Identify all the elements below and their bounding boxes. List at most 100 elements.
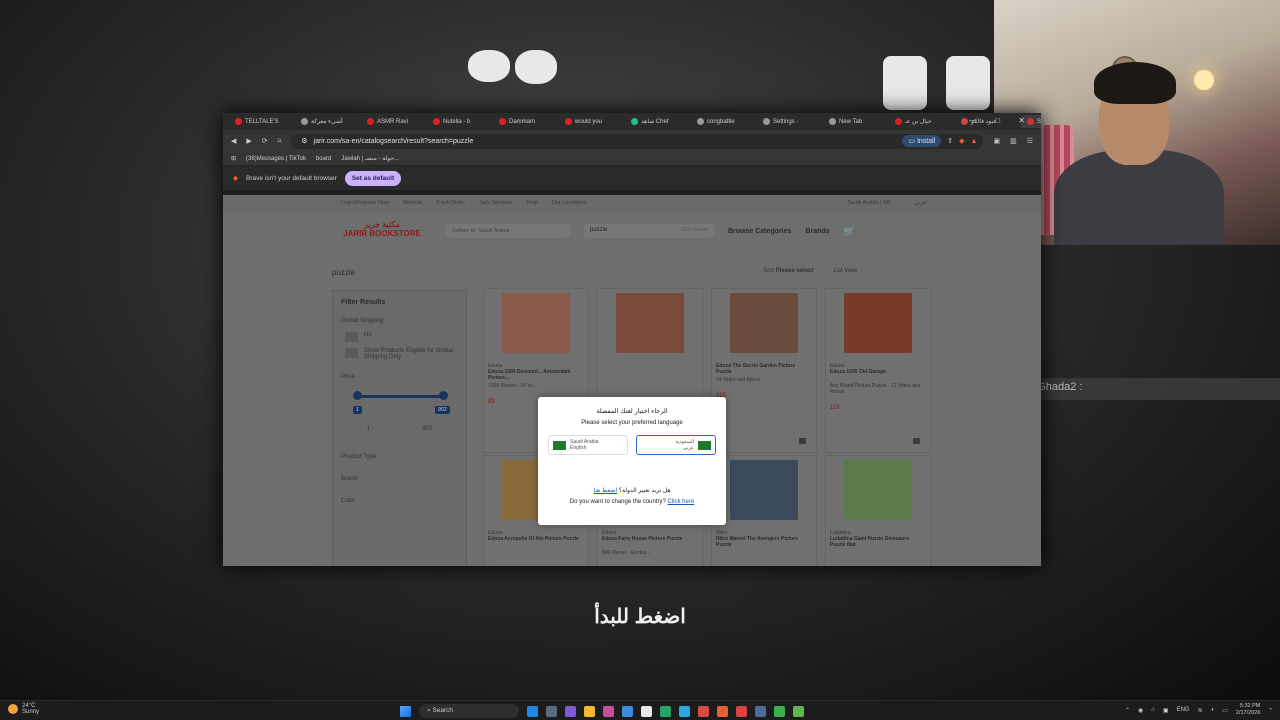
track-order-link[interactable]: Track Order bbox=[436, 200, 465, 206]
product-card[interactable]: Educa Educa 1500 Old Garage Any Brand Pict… bbox=[825, 288, 931, 453]
tray-icon[interactable]: ⌂ bbox=[1151, 707, 1155, 713]
volume-icon[interactable]: ◖ bbox=[1211, 707, 1215, 713]
add-to-cart-icon[interactable] bbox=[913, 438, 920, 444]
add-to-cart-icon[interactable] bbox=[799, 438, 806, 444]
sidebar-icon[interactable]: ▣ bbox=[993, 137, 1000, 145]
bookmark-item[interactable]: (38)Messages | TikTok bbox=[246, 156, 306, 162]
product-card[interactable]: Educa The Secret Garden Picture Puzzle 14… bbox=[711, 288, 817, 453]
weather-widget[interactable]: 24°C Sunny bbox=[8, 703, 39, 715]
reload-icon[interactable]: ⟳ bbox=[262, 137, 268, 145]
browser-tab[interactable]: Nutella - b bbox=[427, 115, 493, 128]
browser-tab[interactable]: Settings - bbox=[757, 115, 823, 128]
english-option[interactable]: Saudi Arabia English bbox=[548, 435, 628, 455]
tray-icon[interactable]: ◉ bbox=[1138, 707, 1143, 714]
wishlist-link[interactable]: Wishlist bbox=[403, 200, 422, 206]
wifi-icon[interactable]: ≋ bbox=[1198, 707, 1203, 714]
app-icon[interactable] bbox=[565, 705, 576, 717]
brave-rewards-icon[interactable]: ▲ bbox=[971, 138, 978, 145]
browser-tab[interactable]: أشيء معركة bbox=[295, 115, 361, 128]
browser-tab[interactable]: ASMR Ravi bbox=[361, 115, 427, 128]
battery-icon[interactable]: ▭ bbox=[1222, 707, 1228, 714]
app-icon[interactable] bbox=[660, 705, 671, 717]
edge-icon[interactable] bbox=[527, 705, 538, 717]
app-icon[interactable] bbox=[641, 705, 652, 717]
clock[interactable]: 5:32 PM 2/17/2026 bbox=[1236, 703, 1260, 717]
forward-icon[interactable]: ▶ bbox=[246, 137, 251, 145]
share-icon[interactable]: ⇪ bbox=[947, 137, 953, 145]
brave-icon[interactable] bbox=[736, 705, 747, 717]
notification-icon[interactable]: ◔ bbox=[1268, 707, 1272, 713]
bookmark-item[interactable]: Jawlah | جولة - منصـ... bbox=[341, 155, 399, 162]
browser-tab[interactable]: شاهد Chef bbox=[625, 115, 691, 128]
tray-icon[interactable]: ▣ bbox=[1163, 707, 1169, 714]
language-switch[interactable]: عربي bbox=[915, 200, 927, 206]
brave-icon[interactable] bbox=[717, 705, 728, 717]
slider-max-handle[interactable] bbox=[439, 391, 448, 400]
product-image[interactable] bbox=[502, 293, 570, 353]
price-section[interactable]: Price bbox=[341, 374, 458, 380]
cart-icon[interactable]: 🛒 bbox=[844, 226, 855, 237]
steam-icon[interactable] bbox=[755, 705, 766, 717]
browser-tab[interactable]: خيال بن عـ bbox=[889, 115, 955, 128]
address-bar[interactable]: ⚙ jarir.com/sa-en/catalogsearch/result?s… bbox=[291, 133, 984, 149]
taskbar-search[interactable]: ⌕ Search bbox=[419, 704, 519, 718]
tray-overflow-icon[interactable]: ⌃ bbox=[1125, 707, 1130, 714]
product-type-section[interactable]: Product Type bbox=[341, 454, 458, 460]
product-image[interactable] bbox=[730, 293, 798, 353]
min-price-input[interactable]: 1 bbox=[367, 426, 370, 432]
browser-tab[interactable]: New Tab bbox=[823, 115, 889, 128]
start-icon[interactable] bbox=[400, 705, 411, 717]
language-indicator[interactable]: ENG bbox=[1177, 707, 1190, 713]
set-default-button[interactable]: Set as default bbox=[344, 170, 402, 186]
arabic-option[interactable]: السعودية عربي bbox=[636, 435, 716, 455]
app-icon[interactable] bbox=[546, 705, 557, 717]
xbox-icon[interactable] bbox=[774, 705, 785, 717]
brand-section[interactable]: Brand bbox=[341, 476, 458, 482]
list-view-toggle[interactable]: List View bbox=[833, 268, 857, 274]
product-card[interactable]: Nilco Nilco Marvel The Avengers Picture P… bbox=[711, 455, 817, 566]
install-button[interactable]: ▭ Install bbox=[902, 135, 942, 147]
color-section[interactable]: Color bbox=[341, 498, 458, 504]
apps-icon[interactable]: ⊞ bbox=[231, 155, 236, 162]
site-info-icon[interactable]: ⚙ bbox=[301, 137, 307, 145]
product-card[interactable]: Ludattica Ludattica Giant Puzzle Dinosaur… bbox=[825, 455, 931, 566]
browser-tab[interactable]: songbattle bbox=[691, 115, 757, 128]
login-link[interactable]: Login/Register Now bbox=[341, 200, 389, 206]
product-image[interactable] bbox=[616, 293, 684, 353]
back-icon[interactable]: ◀ bbox=[231, 137, 236, 145]
change-country-link-ar[interactable]: اضغط هنا bbox=[593, 488, 617, 494]
browse-categories-menu[interactable]: Browse Categories bbox=[728, 228, 791, 235]
window-controls[interactable]: — □ ✕ bbox=[969, 116, 1033, 125]
product-image[interactable] bbox=[730, 460, 798, 520]
telegram-icon[interactable] bbox=[679, 705, 690, 717]
global-shipping-section[interactable]: Global Shipping bbox=[341, 318, 458, 324]
sort-dropdown[interactable]: Sort Please select bbox=[763, 268, 813, 274]
menu-icon[interactable]: ☰ bbox=[1027, 137, 1033, 145]
brave-shield-icon[interactable]: ◆ bbox=[959, 137, 964, 145]
checkbox[interactable] bbox=[345, 332, 358, 342]
slider-min-handle[interactable] bbox=[353, 391, 362, 400]
checkbox[interactable] bbox=[345, 348, 358, 358]
country-selector[interactable]: Saudi Arabia | SR bbox=[847, 200, 890, 206]
wallet-icon[interactable]: ▥ bbox=[1010, 137, 1017, 145]
jarir-logo[interactable]: مكتبة جرير JARIR BOOKSTORE bbox=[332, 220, 432, 242]
max-price-input[interactable]: 902 bbox=[422, 426, 432, 432]
app-icon[interactable] bbox=[622, 705, 633, 717]
file-explorer-icon[interactable] bbox=[584, 705, 595, 717]
product-image[interactable] bbox=[844, 460, 912, 520]
change-country-link[interactable]: Click here bbox=[668, 499, 695, 505]
bookmark-icon[interactable]: ⌑ bbox=[278, 137, 282, 145]
app-icon[interactable] bbox=[603, 705, 614, 717]
browser-tab[interactable]: TELLTALE'S bbox=[229, 115, 295, 128]
deliver-to-selector[interactable]: Deliver to: Saudi Arabia bbox=[446, 224, 570, 238]
product-image[interactable] bbox=[844, 293, 912, 353]
browser-tab[interactable]: would you bbox=[559, 115, 625, 128]
app-icon[interactable] bbox=[793, 705, 804, 717]
browser-tab[interactable]: Dammam bbox=[493, 115, 559, 128]
services-link[interactable]: Jarir Services bbox=[479, 200, 512, 206]
bookmark-item[interactable]: board bbox=[316, 156, 331, 162]
locations-link[interactable]: Our Locations bbox=[552, 200, 586, 206]
chrome-icon[interactable] bbox=[698, 705, 709, 717]
help-link[interactable]: Help bbox=[526, 200, 537, 206]
price-slider[interactable]: 1 902 bbox=[341, 390, 458, 420]
